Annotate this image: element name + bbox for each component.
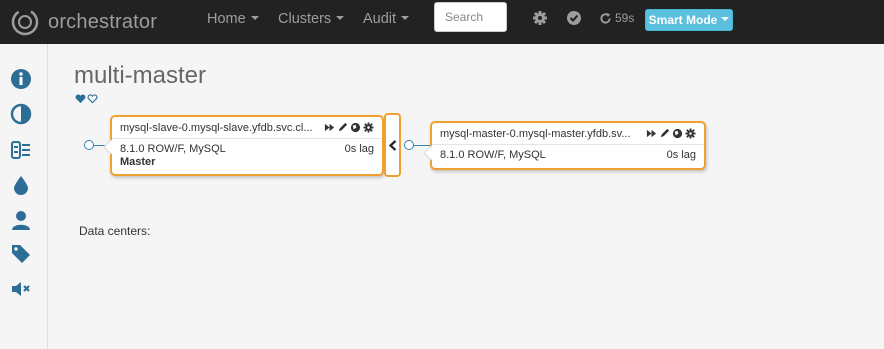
refresh-countdown-value: 59s <box>615 11 635 25</box>
mute-icon[interactable] <box>10 278 32 300</box>
instance-box[interactable]: mysql-slave-0.mysql-slave.yfdb.svc.cl...… <box>103 115 384 176</box>
chevron-down-icon <box>401 16 410 21</box>
nav-home-label: Home <box>207 11 246 27</box>
globe-icon[interactable] <box>350 122 361 133</box>
instance-header: mysql-slave-0.mysql-slave.yfdb.svc.cl... <box>112 117 382 139</box>
instance-box[interactable]: mysql-master-0.mysql-master.yfdb.sv... 8… <box>423 121 706 170</box>
heart-filled-icon[interactable] <box>75 94 86 104</box>
nav-clusters-menu[interactable]: Clusters <box>278 0 345 44</box>
nav-audit-label: Audit <box>363 11 397 27</box>
orchestrator-logo-icon <box>11 8 39 36</box>
nav-home-menu[interactable]: Home <box>207 0 259 44</box>
instance-lag: 0s lag <box>344 143 374 155</box>
instance-version: 8.1.0 ROW/F, MySQL <box>120 143 226 155</box>
instance-toolbar <box>324 122 374 133</box>
instance-body: 8.1.0 ROW/F, MySQL 0s lag <box>432 145 704 166</box>
instance-body: 8.1.0 ROW/F, MySQL 0s lag Master <box>112 139 382 173</box>
fast-forward-icon[interactable] <box>646 128 657 139</box>
fast-forward-icon[interactable] <box>324 122 335 133</box>
top-navbar: orchestrator Home Clusters Audit 59s Sma… <box>0 0 884 44</box>
chevron-left-icon <box>388 139 396 151</box>
instance-name[interactable]: mysql-master-0.mysql-master.yfdb.sv... <box>440 128 642 140</box>
heart-outline-icon[interactable] <box>87 94 98 104</box>
data-centers-label: Data centers: <box>79 224 151 238</box>
nav-clusters-label: Clusters <box>278 11 332 27</box>
globe-icon[interactable] <box>672 128 683 139</box>
instance-header: mysql-master-0.mysql-master.yfdb.sv... <box>432 123 704 145</box>
chevron-down-icon <box>721 17 730 21</box>
contrast-icon[interactable] <box>10 103 32 125</box>
brand[interactable]: orchestrator <box>10 4 157 40</box>
sidebar <box>0 44 48 349</box>
connector-dot[interactable] <box>84 140 94 150</box>
user-icon[interactable] <box>10 209 32 231</box>
chevron-down-icon <box>250 16 259 21</box>
collapse-toggle[interactable] <box>384 113 401 177</box>
instance-toolbar <box>646 128 696 139</box>
page-title: multi-master <box>74 62 207 89</box>
chevron-down-icon <box>336 16 345 21</box>
instance-role: Master <box>120 156 156 168</box>
drop-icon[interactable] <box>10 174 32 196</box>
search-input[interactable] <box>434 2 507 32</box>
instance-version: 8.1.0 ROW/F, MySQL <box>440 149 546 161</box>
connector-dot[interactable] <box>404 140 414 150</box>
tag-icon[interactable] <box>10 243 32 265</box>
instance-lag: 0s lag <box>666 149 696 161</box>
pencil-icon[interactable] <box>337 122 348 133</box>
smart-mode-button[interactable]: Smart Mode <box>645 9 733 31</box>
check-badge-icon[interactable] <box>566 10 582 26</box>
refresh-icon <box>600 12 611 24</box>
info-icon[interactable] <box>10 68 32 90</box>
nav-audit-menu[interactable]: Audit <box>363 0 410 44</box>
gear-icon[interactable] <box>685 128 696 139</box>
instance-name[interactable]: mysql-slave-0.mysql-slave.yfdb.svc.cl... <box>120 122 320 134</box>
list-icon[interactable] <box>10 139 32 161</box>
pencil-icon[interactable] <box>659 128 670 139</box>
smart-mode-label: Smart Mode <box>648 13 718 27</box>
brand-name: orchestrator <box>48 10 158 33</box>
gear-icon[interactable] <box>363 122 374 133</box>
gear-icon[interactable] <box>532 10 548 26</box>
refresh-countdown[interactable]: 59s <box>599 9 634 27</box>
favorite-toggle[interactable] <box>75 94 98 104</box>
